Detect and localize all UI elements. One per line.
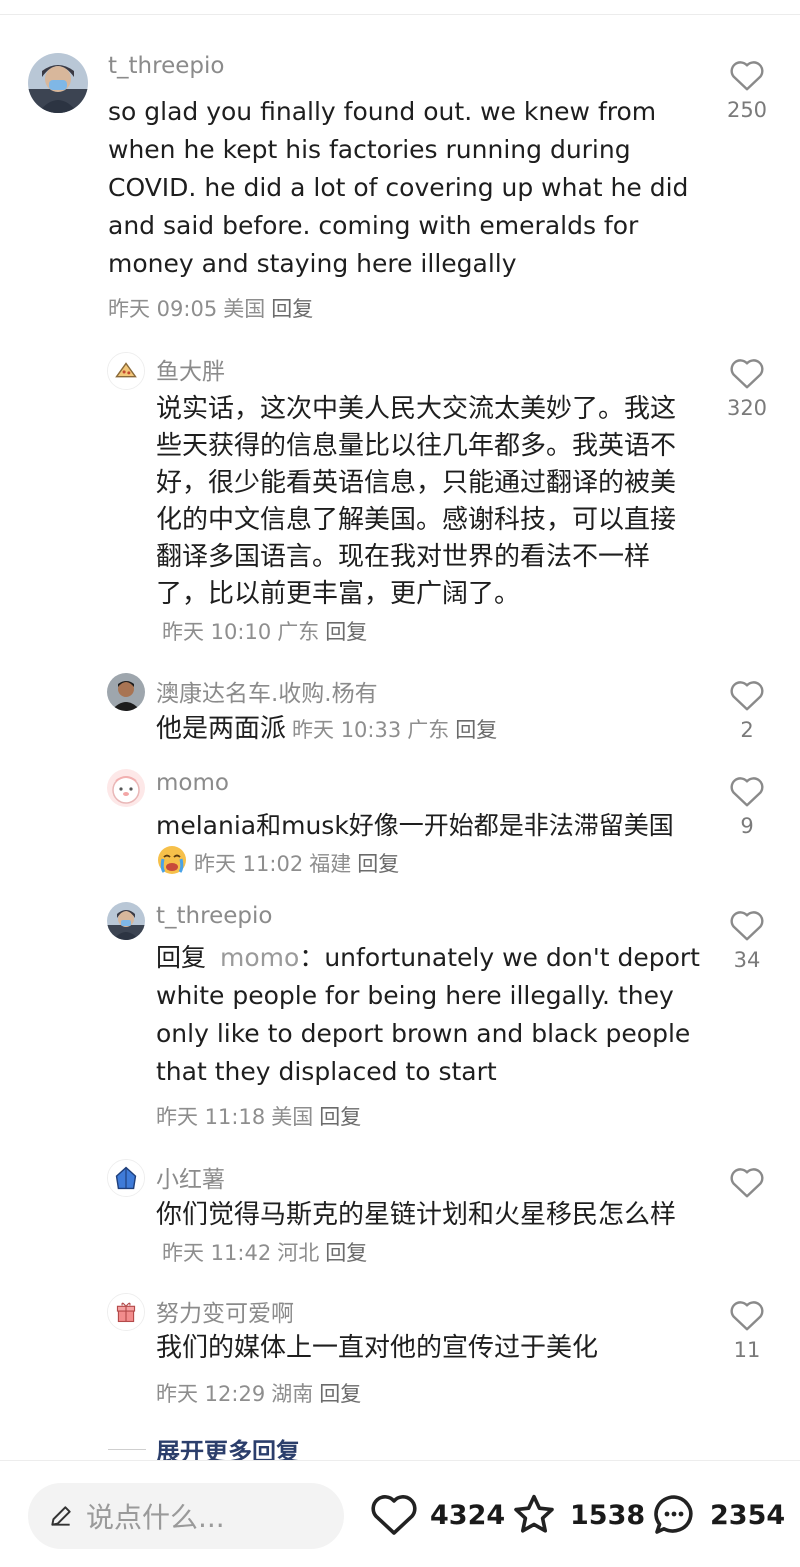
comment-like-button[interactable]: 34 [722,908,772,972]
avatar[interactable] [107,1293,145,1331]
comment-location: 河北 [277,1241,320,1265]
expand-divider [108,1449,146,1450]
comment-count: 2354 [710,1499,786,1531]
reply-button[interactable]: 回复 [357,852,399,876]
comment-username[interactable]: 努力变可爱啊 [156,1294,294,1328]
comment-meta: 昨天 10:33 广东 回复 [292,718,497,742]
like-button[interactable]: 4324 [370,1491,505,1539]
comment-text: melania和musk好像一开始都是非法滞留美国昨天 11:02 福建 回复 [156,807,701,883]
comment-input-placeholder: 说点什么... [86,1501,225,1534]
comment-text: so glad you finally found out. we knew f… [108,97,689,278]
comment-input[interactable]: 说点什么... [28,1483,344,1549]
comment-text-content: 你们觉得马斯克的星链计划和火星移民怎么样 [156,1200,677,1230]
bottom-action-bar: 说点什么... 4324 1538 2354 [0,1460,800,1567]
like-count: 9 [740,814,754,838]
comment-meta: 昨天 11:42 河北 回复 [162,1241,367,1265]
comment-username[interactable]: 鱼大胖 [156,352,225,386]
comment-meta: 昨天 11:02 福建 回复 [194,852,399,876]
collect-count: 1538 [570,1499,646,1531]
comment-location: 湖南 [271,1382,314,1406]
comment-time: 昨天 11:02 [194,852,304,876]
heart-icon [730,359,764,389]
heart-icon [730,1168,764,1198]
reply-button[interactable]: 回复 [455,718,497,742]
comment-username[interactable]: t_threepio [156,903,272,929]
reply-button[interactable]: 回复 [319,1105,361,1129]
heart-icon [730,1301,764,1331]
comment-location: 广东 [407,718,450,742]
crying-emoji-icon [158,846,186,874]
like-count: 4324 [430,1499,506,1531]
comment-text: 我们的媒体上一直对他的宣传过于美化 [156,1333,599,1363]
comment-location: 福建 [309,852,352,876]
avatar[interactable] [107,769,145,807]
reply-button[interactable]: 回复 [271,297,313,321]
chat-bubble-icon [654,1495,693,1534]
top-divider [0,14,800,15]
avatar[interactable] [28,53,88,113]
comment-meta: 昨天 12:29 湖南 回复 [156,1378,361,1408]
comment-like-button[interactable]: 11 [722,1298,772,1362]
comment-username[interactable]: momo [156,770,229,796]
comment-like-button[interactable]: 2 [722,678,772,742]
comment-time: 昨天 10:33 [292,718,402,742]
like-count: 250 [726,98,768,122]
avatar[interactable] [107,673,145,711]
comment-time: 昨天 12:29 [156,1382,266,1406]
comment-text: 你们觉得马斯克的星链计划和火星移民怎么样昨天 11:42 河北 回复 [156,1197,696,1272]
reply-button[interactable]: 回复 [325,1241,367,1265]
comment-location: 美国 [271,1105,314,1129]
like-count: 34 [733,948,761,972]
reply-prefix: 回复 [156,943,207,972]
comment-username[interactable]: 小红薯 [156,1160,225,1194]
comment-button[interactable]: 2354 [650,1491,785,1539]
comment-time: 昨天 11:42 [162,1241,272,1265]
collect-button[interactable]: 1538 [510,1491,645,1539]
comment-like-button[interactable] [722,1165,772,1205]
comment-text: 说实话，这次中美人民大交流太美妙了。我这些天获得的信息量比以往几年都多。我英语不… [156,391,696,651]
comment-text-content: 他是两面派 [156,714,287,744]
heart-icon [371,1495,417,1535]
star-icon [514,1494,554,1533]
heart-icon [730,911,764,941]
avatar[interactable] [107,352,145,390]
comment-location: 广东 [277,620,320,644]
reply-to-username[interactable]: momo [220,943,299,972]
comment-time: 昨天 09:05 [108,297,218,321]
like-count: 11 [733,1338,761,1362]
comment-username[interactable]: 澳康达名车.收购.杨有 [156,674,378,708]
comment-like-button[interactable]: 320 [722,356,772,420]
comment-meta: 昨天 11:18 美国 回复 [156,1101,361,1131]
comment-text: 回复 momo：unfortunately we don't deport whi… [156,939,701,1091]
reply-button[interactable]: 回复 [325,620,367,644]
heart-icon [730,777,764,807]
comment-text: 他是两面派 昨天 10:33 广东 回复 [156,711,696,749]
avatar[interactable] [107,902,145,940]
heart-icon [730,681,764,711]
comment-text-content: melania和musk好像一开始都是非法滞留美国 [156,811,674,840]
like-count: 320 [726,396,768,420]
comment-like-button[interactable]: 9 [722,774,772,838]
reply-colon: ： [299,943,325,972]
comment-meta: 昨天 10:10 广东 回复 [162,620,367,644]
avatar[interactable] [107,1159,145,1197]
comment-like-button[interactable]: 250 [722,58,772,122]
comment-location: 美国 [223,297,266,321]
like-count: 2 [740,718,754,742]
heart-icon [730,61,764,91]
comment-username[interactable]: t_threepio [108,53,224,79]
pencil-icon [51,1506,71,1526]
reply-button[interactable]: 回复 [319,1382,361,1406]
comment-time: 昨天 10:10 [162,620,272,644]
comment-time: 昨天 11:18 [156,1105,266,1129]
comment-meta: 昨天 09:05 美国 回复 [108,293,313,323]
comment-text-content: 说实话，这次中美人民大交流太美妙了。我这些天获得的信息量比以往几年都多。我英语不… [156,394,677,609]
